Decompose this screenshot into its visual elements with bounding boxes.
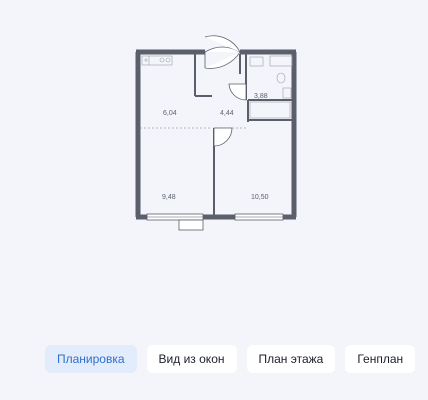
tab-window-view[interactable]: Вид из окон xyxy=(146,345,237,373)
floor-plan: 6,04 4,44 3,88 9,48 10,50 xyxy=(0,0,428,330)
view-tabs: Планировка Вид из окон План этажа Генпла… xyxy=(45,345,416,373)
bathroom-fixtures xyxy=(249,55,293,119)
tab-layout[interactable]: Планировка xyxy=(45,345,137,373)
inner-walls xyxy=(194,54,294,216)
room-area-kitchen: 6,04 xyxy=(163,110,177,117)
tab-floor-plan[interactable]: План этажа xyxy=(246,345,336,373)
floor-plan-drawing xyxy=(135,35,297,231)
room-area-bedroom: 10,50 xyxy=(251,194,269,201)
bedroom-door xyxy=(213,127,233,147)
room-area-hall: 4,44 xyxy=(220,110,234,117)
room-area-bathroom: 3,88 xyxy=(254,93,268,100)
balcony xyxy=(178,219,204,231)
tab-master-plan[interactable]: Генплан xyxy=(345,345,416,373)
room-area-living: 9,48 xyxy=(162,194,176,201)
bathroom-door xyxy=(228,83,247,101)
kitchen-fixtures xyxy=(141,55,173,66)
entrance-door xyxy=(204,35,241,69)
